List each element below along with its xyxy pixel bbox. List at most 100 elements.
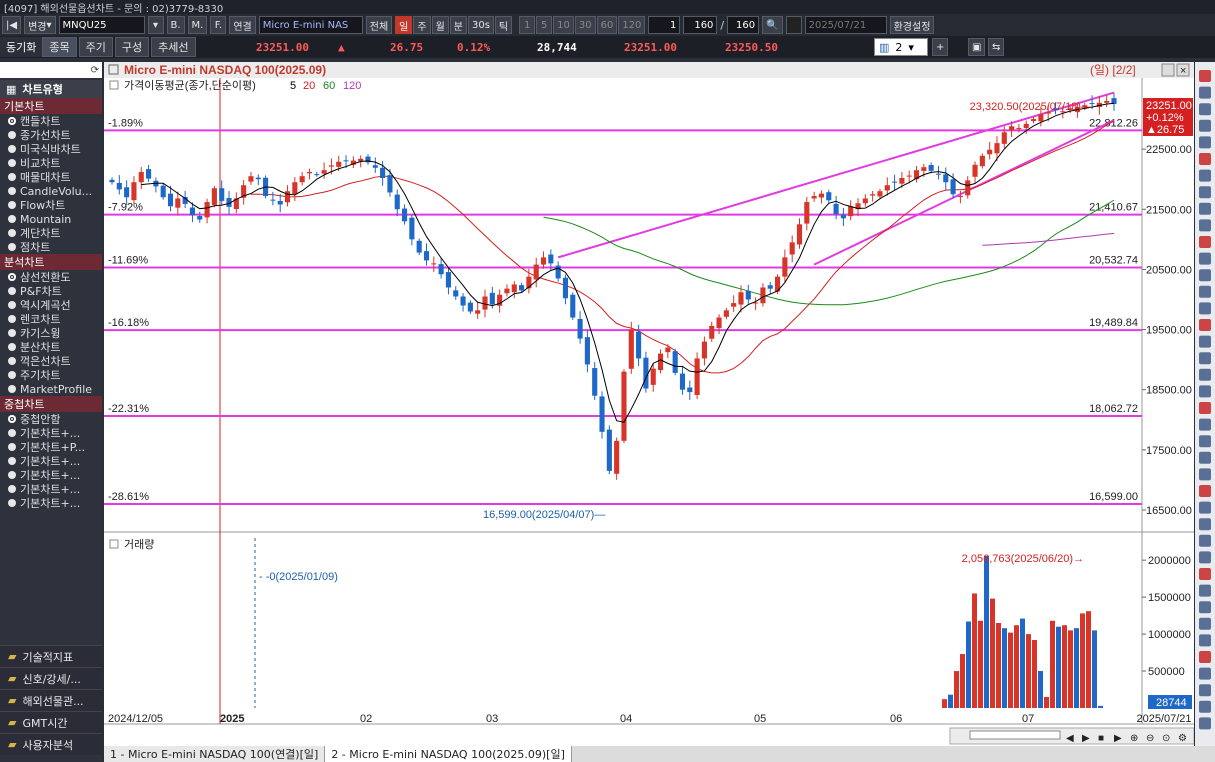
chart-canvas[interactable]: Micro E-mini NASDAQ 100(2025.09) (일) [2/2… [104,62,1195,746]
sidebar-radio-item[interactable]: 캔들차트 [0,114,102,128]
drawing-tool-icon[interactable] [1199,269,1211,282]
btn-b[interactable]: B. [166,16,185,34]
dropdown-arrow-icon[interactable]: ▾ [147,16,164,34]
drawing-tool-icon[interactable] [1199,518,1211,531]
sidebar-radio-item[interactable]: 역시계곡선 [0,298,102,312]
sidebar-radio-item[interactable]: 점차트 [0,240,102,254]
drawing-tool-icon[interactable] [1199,551,1211,564]
drawing-tool-icon[interactable] [1199,568,1211,580]
save-icon[interactable]: ▣ [968,38,986,56]
sub-tab[interactable]: 주기 [78,37,113,57]
interval-button[interactable]: 30 [574,16,596,34]
period-button[interactable]: 30s [467,16,494,34]
sync-label[interactable]: 동기화 [0,37,43,57]
sidebar-radio-item[interactable]: 삼선전환도 [0,270,102,284]
layout-select[interactable]: ▥ 2 ▾ [874,38,928,56]
sidebar-radio-item[interactable]: 기본차트+P... [0,440,102,454]
nav-first-button[interactable]: |◀ [2,16,22,34]
refresh-icon[interactable]: ⟳ [91,65,102,76]
count-input[interactable]: 160 [683,16,718,34]
drawing-tool-icon[interactable] [1199,186,1211,199]
drawing-tool-icon[interactable] [1199,418,1211,431]
sidebar-radio-item[interactable]: CandleVolu... [0,184,102,198]
drawing-tool-icon[interactable] [1199,70,1211,82]
drawing-tool-icon[interactable] [1199,717,1211,730]
drawing-tool-icon[interactable] [1199,468,1211,481]
sidebar-radio-item[interactable]: Mountain [0,212,102,226]
sidebar-radio-item[interactable]: P&F차트 [0,284,102,298]
sidebar-radio-item[interactable]: 기본차트+... [0,468,102,482]
sidebar-radio-item[interactable]: 기본차트+... [0,482,102,496]
sidebar-radio-item[interactable]: 비교차트 [0,156,102,170]
drawing-tool-icon[interactable] [1199,119,1211,132]
settings-button[interactable]: 환경설정 [889,16,935,34]
sidebar-radio-item[interactable]: 계단차트 [0,226,102,240]
drawing-tool-icon[interactable] [1199,236,1211,248]
drawing-tool-icon[interactable] [1199,402,1211,414]
drawing-tool-icon[interactable] [1199,584,1211,597]
sidebar-bottom-item[interactable]: ▰ 해외선물관... [0,689,102,711]
drawing-tool-icon[interactable] [1199,335,1211,348]
all-button[interactable]: 전체 [365,16,393,34]
date-checkbox[interactable] [785,16,802,34]
drawing-tool-icon[interactable] [1199,501,1211,514]
drawing-tool-icon[interactable] [1199,352,1211,365]
sidebar-radio-item[interactable]: 미국식바차트 [0,142,102,156]
period-button[interactable]: 일 [395,16,413,34]
sidebar-radio-item[interactable]: Flow차트 [0,198,102,212]
drawing-tool-icon[interactable] [1199,534,1211,547]
period-button[interactable]: 틱 [494,16,513,34]
sidebar-radio-item[interactable]: 주기차트 [0,368,102,382]
drawing-tool-icon[interactable] [1199,684,1211,697]
search-icon[interactable]: 🔍 [762,16,783,34]
drawing-tool-icon[interactable] [1199,202,1211,215]
sidebar-bottom-item[interactable]: ▰ 신호/강세/... [0,667,102,689]
btn-m[interactable]: M. [187,16,208,34]
date-input[interactable]: 2025/07/21 [804,16,887,34]
change-button[interactable]: 변경 ▾ [24,16,56,34]
interval-button[interactable]: 10 [553,16,574,34]
drawing-tool-icon[interactable] [1199,153,1211,165]
sub-tab[interactable]: 추세선 [151,37,196,57]
drawing-tool-icon[interactable] [1199,651,1211,663]
drawing-tool-icon[interactable] [1199,601,1211,614]
sidebar-bottom-item[interactable]: ▰ GMT시간 [0,711,102,733]
period-button[interactable]: 주 [413,16,431,34]
period-button[interactable]: 분 [449,16,467,34]
drawing-tool-icon[interactable] [1199,451,1211,464]
sidebar-group-header[interactable]: 분석차트 [0,254,102,270]
sidebar-radio-item[interactable]: 중첩안함 [0,412,102,426]
link-button[interactable]: 연결 [229,16,256,34]
interval-button[interactable]: 5 [536,16,553,34]
interval-input[interactable]: 1 [648,16,681,34]
sidebar-bottom-item[interactable]: ▰ 기술적지표 [0,645,102,667]
drawing-tool-icon[interactable] [1199,302,1211,315]
sub-tab[interactable]: 종목 [42,37,77,57]
sidebar-group-header[interactable]: 기본차트 [0,98,102,114]
sidebar-radio-item[interactable]: MarketProfile [0,382,102,396]
interval-button[interactable]: 120 [618,16,646,34]
drawing-tool-icon[interactable] [1199,667,1211,680]
interval-button[interactable]: 60 [596,16,618,34]
sidebar-bottom-item[interactable]: ▰ 사용자분석 [0,733,102,755]
sidebar-group-header[interactable]: 중첩차트 [0,396,102,412]
sub-tab[interactable]: 구성 [114,37,150,57]
export-icon[interactable]: ⇆ [988,38,1005,56]
drawing-tool-icon[interactable] [1199,86,1211,99]
drawing-tool-icon[interactable] [1199,634,1211,647]
drawing-tool-icon[interactable] [1199,103,1211,116]
drawing-tool-icon[interactable] [1199,285,1211,298]
window-tab-1[interactable]: 1 - Micro E-mini NASDAQ 100(연결)[일] [104,746,326,762]
drawing-tool-icon[interactable] [1199,435,1211,448]
drawing-tool-icon[interactable] [1199,700,1211,713]
add-icon[interactable]: + [932,38,949,56]
symbol-input[interactable]: MNQU25 [58,16,145,34]
sidebar-radio-item[interactable]: 카기스윙 [0,326,102,340]
period-button[interactable]: 월 [431,16,449,34]
interval-button[interactable]: 1 [519,16,536,34]
drawing-tool-icon[interactable] [1199,169,1211,182]
drawing-tool-icon[interactable] [1199,252,1211,265]
drawing-tool-icon[interactable] [1199,385,1211,398]
sidebar-radio-item[interactable]: 기본차트+... [0,496,102,510]
btn-f[interactable]: F. [210,16,227,34]
